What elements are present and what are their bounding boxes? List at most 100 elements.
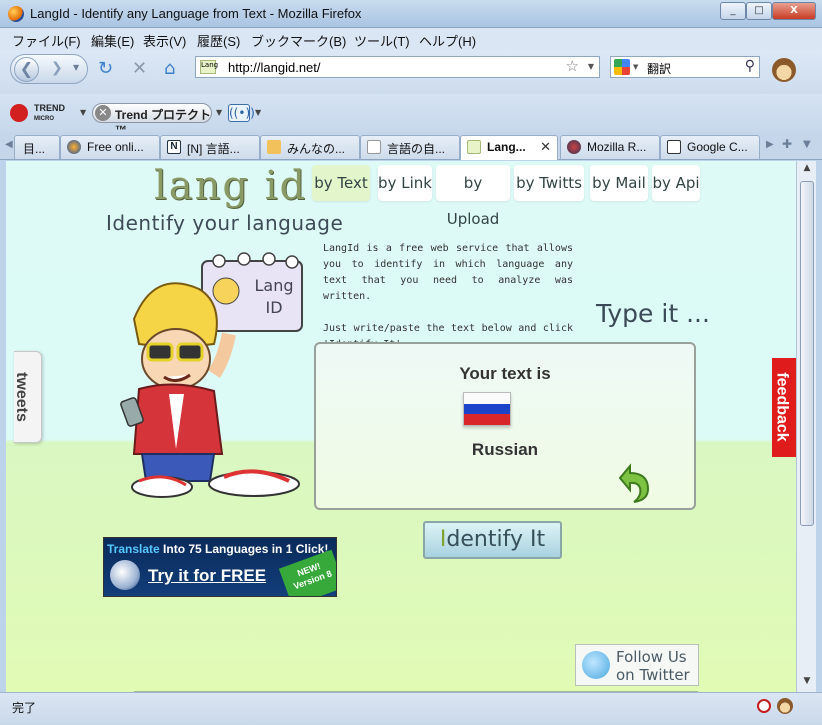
greasemonkey-status-icon[interactable] bbox=[777, 698, 793, 714]
title-bar: LangId - Identify any Language from Text… bbox=[0, 0, 822, 28]
tab-label: みんなの... bbox=[287, 142, 346, 156]
google-search-engine-icon[interactable] bbox=[614, 59, 630, 75]
page-tagline: Identify your language bbox=[106, 211, 344, 235]
security-status-icon[interactable] bbox=[757, 699, 771, 713]
tab-label: [N] 言語... bbox=[187, 142, 240, 156]
menu-help[interactable]: ヘルプ(H) bbox=[419, 31, 476, 50]
search-input[interactable]: 翻訳 bbox=[647, 60, 671, 77]
scroll-down-icon[interactable]: ▼ bbox=[799, 676, 815, 690]
doc-tab-icon bbox=[367, 140, 381, 154]
vertical-scrollbar[interactable]: ▲ ▼ bbox=[796, 161, 816, 692]
maximize-button[interactable]: □ bbox=[746, 2, 772, 20]
greasemonkey-icon[interactable] bbox=[772, 58, 796, 82]
status-bar: 完了 bbox=[0, 692, 822, 725]
menu-bookmarks[interactable]: ブックマーク(B) bbox=[251, 31, 346, 50]
translate-ad-banner[interactable]: Translate Into 75 Languages in 1 Click! … bbox=[103, 537, 337, 597]
new-tab-icon[interactable]: ✚ bbox=[782, 137, 792, 151]
follow-us-twitter-button[interactable]: Follow Us on Twitter bbox=[575, 644, 699, 686]
menu-tools[interactable]: ツール(T) bbox=[354, 31, 410, 50]
tab-scroll-right-icon[interactable]: ▶ bbox=[766, 139, 774, 150]
tab-4[interactable]: みんなの... bbox=[260, 135, 360, 159]
nav-by-twitts[interactable]: by Twitts bbox=[514, 165, 584, 201]
n-tab-icon: N bbox=[167, 140, 181, 154]
menu-file[interactable]: ファイル(F) bbox=[12, 31, 81, 50]
nav-by-mail[interactable]: by Mail bbox=[590, 165, 648, 201]
bookmark-star-icon[interactable]: ☆ bbox=[566, 57, 579, 75]
trend-protect-dropdown-icon[interactable]: ▼ bbox=[216, 108, 222, 117]
tab-langid-active[interactable]: Lang... ✕ bbox=[460, 135, 558, 160]
back-arrow-icon[interactable] bbox=[612, 462, 654, 504]
sign-text-lang: Lang bbox=[254, 276, 293, 295]
tab-3[interactable]: N [N] 言語... bbox=[160, 135, 260, 159]
scroll-up-icon[interactable]: ▲ bbox=[799, 163, 815, 177]
tab-scroll-left-icon[interactable]: ◀ bbox=[5, 139, 13, 150]
feedback-side-tab[interactable]: feedback bbox=[772, 358, 796, 457]
tweets-side-tab[interactable]: tweets bbox=[13, 351, 42, 443]
trend-micro-brand: TREND MICRO bbox=[34, 103, 65, 123]
wireless-icon[interactable]: ((•)) bbox=[228, 104, 255, 122]
url-text[interactable]: http://langid.net/ bbox=[228, 60, 321, 75]
intro-paragraph-1: LangId is a free web service that allows… bbox=[323, 243, 573, 302]
intro-text: LangId is a free web service that allows… bbox=[323, 241, 573, 353]
follow-label: Follow Us on Twitter bbox=[616, 648, 690, 684]
home-icon[interactable]: ⌂ bbox=[164, 58, 175, 79]
wireless-dropdown-icon[interactable]: ▼ bbox=[255, 108, 261, 117]
close-window-button[interactable]: X bbox=[772, 2, 816, 20]
close-circle-icon: ✕ bbox=[95, 105, 111, 121]
nav-by-link[interactable]: by Link bbox=[378, 165, 432, 201]
menu-view[interactable]: 表示(V) bbox=[143, 31, 186, 50]
menu-bar: ファイル(F) 編集(E) 表示(V) 履歴(S) ブックマーク(B) ツール(… bbox=[0, 28, 822, 50]
engine-dropdown-icon[interactable]: ▼ bbox=[633, 63, 638, 71]
mascot-illustration: Lang ID bbox=[120, 252, 303, 498]
result-panel: Your text is Russian bbox=[314, 342, 696, 510]
tab-list-dropdown-icon[interactable]: ▼ bbox=[803, 139, 811, 150]
menu-edit[interactable]: 編集(E) bbox=[91, 31, 134, 50]
tab-1[interactable]: 目... bbox=[14, 135, 60, 159]
tab-label: Google C... bbox=[687, 140, 748, 154]
result-label: Your text is bbox=[459, 364, 551, 383]
menu-history[interactable]: 履歴(S) bbox=[197, 31, 240, 50]
addon-toolbar: TREND MICRO ▼ ✕ Trend プロテクト™ ▼ ((•)) ▼ bbox=[0, 94, 822, 137]
forward-button[interactable]: ❯ bbox=[51, 60, 63, 76]
ad-cta[interactable]: Try it for FREE bbox=[148, 566, 266, 586]
scrollbar-thumb[interactable] bbox=[800, 181, 814, 526]
twitter-bird-icon bbox=[582, 651, 610, 679]
identify-it-button[interactable]: Identify It bbox=[423, 521, 562, 559]
trend-dropdown-icon[interactable]: ▼ bbox=[80, 108, 86, 117]
history-dropdown-icon[interactable]: ▼ bbox=[73, 63, 79, 72]
site-favicon: Lang bbox=[200, 60, 218, 74]
nav-by-api[interactable]: by Api bbox=[652, 165, 700, 201]
trend-protect-button[interactable]: ✕ Trend プロテクト™ bbox=[92, 103, 212, 137]
langid-tab-icon bbox=[467, 140, 481, 154]
tab-8[interactable]: Google C... bbox=[660, 135, 760, 159]
minimize-button[interactable]: _ bbox=[720, 2, 746, 20]
search-icon[interactable]: ⚲ bbox=[745, 58, 755, 74]
google-tab-icon bbox=[667, 140, 681, 154]
stop-icon[interactable]: ✕ bbox=[132, 58, 147, 79]
langid-logo[interactable]: lang id bbox=[154, 163, 307, 209]
russia-flag-icon bbox=[463, 392, 511, 426]
firefox-tab-icon bbox=[67, 140, 81, 154]
back-forward-group: ❮ ❯ ▼ bbox=[10, 54, 88, 84]
back-button[interactable]: ❮ bbox=[14, 57, 39, 82]
reload-icon[interactable]: ↻ bbox=[98, 58, 113, 79]
tab-5[interactable]: 言語の自... bbox=[360, 135, 460, 159]
close-tab-icon[interactable]: ✕ bbox=[540, 139, 551, 155]
tab-label: 目... bbox=[23, 142, 46, 156]
page-viewport: lang id Identify your language by Text b… bbox=[6, 161, 796, 692]
tab-7[interactable]: Mozilla R... bbox=[560, 135, 660, 159]
url-dropdown-icon[interactable]: ▼ bbox=[588, 62, 594, 71]
address-bar[interactable]: Lang http://langid.net/ ☆ ▼ bbox=[195, 56, 600, 78]
ad-version-badge: NEW! Version 8 bbox=[278, 549, 336, 596]
ad-headline: Translate Into 75 Languages in 1 Click! bbox=[107, 542, 329, 556]
nav-by-text[interactable]: by Text bbox=[312, 165, 370, 201]
tab-label: Free onli... bbox=[87, 140, 144, 154]
detected-language: Russian bbox=[471, 440, 539, 459]
nav-by-upload[interactable]: by Upload bbox=[436, 165, 510, 228]
status-text: 完了 bbox=[12, 701, 37, 715]
search-box[interactable]: ▼ 翻訳 ⚲ bbox=[610, 56, 760, 78]
bookmark-tab-icon bbox=[267, 140, 281, 154]
tab-bar: ◀ 目... Free onli... N [N] 言語... みんなの... … bbox=[0, 132, 822, 160]
tab-2[interactable]: Free onli... bbox=[60, 135, 160, 159]
navigation-toolbar: ❮ ❯ ▼ ↻ ✕ ⌂ Lang http://langid.net/ ☆ ▼ … bbox=[0, 50, 822, 94]
